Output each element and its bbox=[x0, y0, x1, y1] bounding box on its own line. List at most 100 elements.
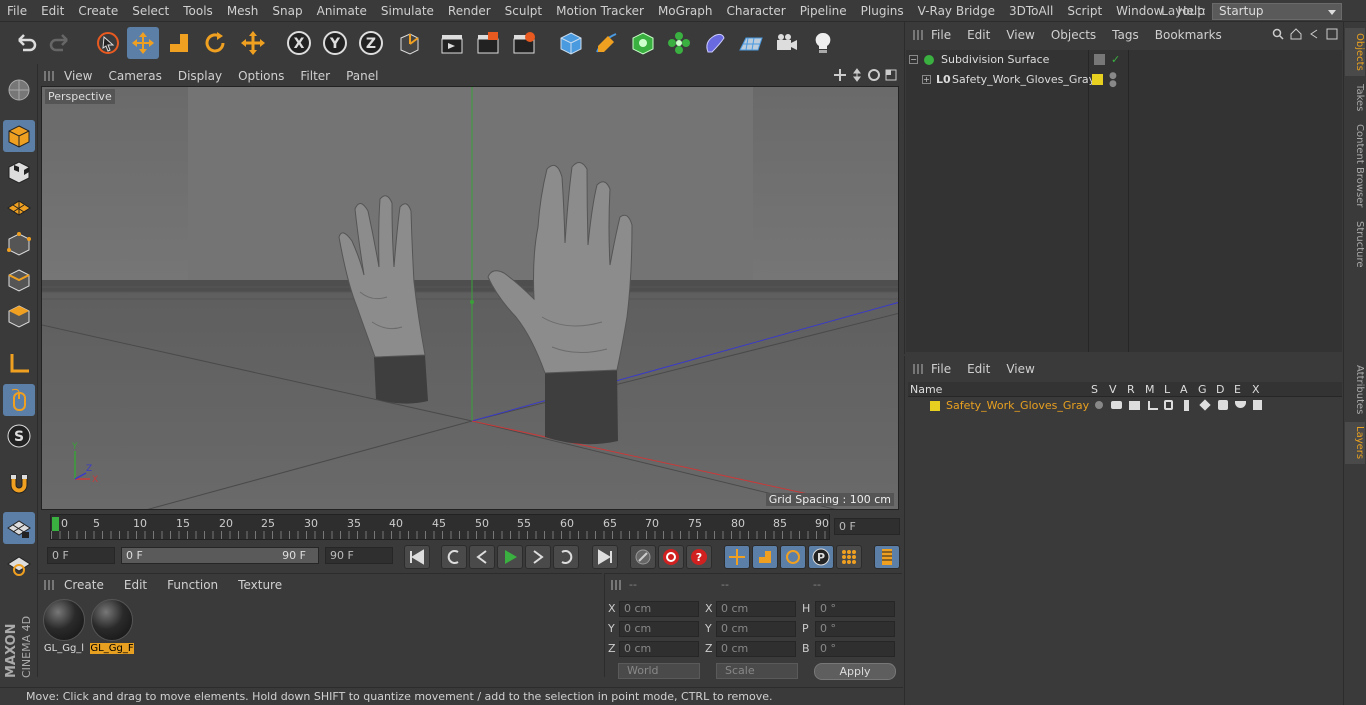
planar-workplane-button[interactable] bbox=[3, 548, 35, 580]
cloner-button[interactable] bbox=[663, 27, 695, 59]
cube-object-button[interactable] bbox=[555, 27, 587, 59]
material-swatch[interactable]: GL_Gg_l bbox=[42, 599, 86, 655]
tab-structure[interactable]: Structure bbox=[1345, 216, 1365, 272]
tweak-mode-button[interactable] bbox=[3, 384, 35, 416]
pan-icon[interactable] bbox=[833, 68, 847, 82]
tab-attributes[interactable]: Attributes bbox=[1345, 360, 1365, 420]
col-deformers[interactable]: D bbox=[1216, 382, 1224, 397]
menu-3dtoall[interactable]: 3DToAll bbox=[1002, 0, 1060, 22]
menu-vray-bridge[interactable]: V-Ray Bridge bbox=[911, 0, 1002, 22]
scale-tool-button[interactable] bbox=[163, 27, 195, 59]
rotation-b-field[interactable]: 0 ° bbox=[815, 641, 895, 657]
eye-icon[interactable] bbox=[1111, 401, 1122, 409]
locked-workplane-button[interactable] bbox=[3, 512, 35, 544]
deformer-button[interactable] bbox=[699, 27, 731, 59]
menu-character[interactable]: Character bbox=[719, 0, 792, 22]
apply-button[interactable]: Apply bbox=[814, 663, 896, 680]
vp-menu-view[interactable]: View bbox=[56, 66, 100, 86]
generator-icon[interactable] bbox=[1199, 399, 1211, 411]
manager-icon[interactable] bbox=[1148, 401, 1158, 410]
play-button[interactable] bbox=[497, 545, 523, 569]
layer-name[interactable]: Safety_Work_Gloves_Gray bbox=[946, 398, 1089, 413]
coordinate-space-dropdown[interactable]: World bbox=[618, 663, 700, 679]
edges-mode-button[interactable] bbox=[3, 264, 35, 296]
collapse-icon[interactable]: − bbox=[909, 55, 918, 64]
position-z-field[interactable]: 0 cm bbox=[619, 641, 699, 657]
key-position-button[interactable] bbox=[724, 545, 750, 569]
mat-menu-function[interactable]: Function bbox=[157, 574, 228, 596]
position-x-field[interactable]: 0 cm bbox=[619, 601, 699, 617]
expand-icon[interactable]: + bbox=[922, 75, 931, 84]
y-axis-lock-button[interactable]: Y bbox=[319, 27, 351, 59]
polygons-mode-button[interactable] bbox=[3, 300, 35, 332]
current-frame-field[interactable]: 0 F bbox=[834, 518, 900, 535]
tab-content-browser[interactable]: Content Browser bbox=[1345, 120, 1365, 212]
deformer-icon[interactable] bbox=[1218, 400, 1228, 410]
timeline-ruler[interactable]: 0 5 10 15 20 25 30 35 40 45 50 55 60 65 … bbox=[50, 514, 830, 540]
obj-menu-edit[interactable]: Edit bbox=[959, 22, 998, 48]
enabled-check-icon[interactable]: ✓ bbox=[1111, 50, 1120, 70]
layer-menu-edit[interactable]: Edit bbox=[959, 356, 998, 382]
vp-menu-filter[interactable]: Filter bbox=[292, 66, 338, 86]
vp-menu-panel[interactable]: Panel bbox=[338, 66, 386, 86]
autokey-button[interactable]: ? bbox=[686, 545, 712, 569]
material-swatch[interactable]: GL_Gg_F bbox=[90, 599, 134, 655]
layer-row[interactable]: Safety_Work_Gloves_Gray bbox=[908, 398, 1342, 413]
obj-menu-view[interactable]: View bbox=[998, 22, 1042, 48]
col-animation[interactable]: A bbox=[1180, 382, 1188, 397]
vp-menu-options[interactable]: Options bbox=[230, 66, 292, 86]
tab-objects[interactable]: Objects bbox=[1345, 28, 1365, 76]
key-scale-button[interactable] bbox=[752, 545, 778, 569]
solo-button[interactable]: S bbox=[3, 420, 35, 452]
coordinate-system-button[interactable] bbox=[393, 27, 425, 59]
tab-takes[interactable]: Takes bbox=[1345, 80, 1365, 116]
menu-pipeline[interactable]: Pipeline bbox=[793, 0, 854, 22]
x-axis-lock-button[interactable]: X bbox=[283, 27, 315, 59]
live-selection-button[interactable] bbox=[92, 27, 124, 59]
obj-menu-objects[interactable]: Objects bbox=[1043, 22, 1104, 48]
object-row-gloves[interactable]: + L0 Safety_Work_Gloves_Gray ● ● bbox=[906, 70, 1342, 90]
menu-edit[interactable]: Edit bbox=[34, 0, 71, 22]
end-frame-field[interactable]: 90 F bbox=[325, 547, 393, 564]
object-row-subdivision[interactable]: − Subdivision Surface ✓ bbox=[906, 50, 1342, 70]
model-mode-button[interactable] bbox=[3, 120, 35, 152]
obj-menu-tags[interactable]: Tags bbox=[1104, 22, 1147, 48]
mat-menu-texture[interactable]: Texture bbox=[228, 574, 292, 596]
spline-pen-button[interactable] bbox=[591, 27, 623, 59]
menu-plugins[interactable]: Plugins bbox=[854, 0, 911, 22]
layer-color-icon[interactable] bbox=[1092, 74, 1103, 85]
size-z-field[interactable]: 0 cm bbox=[716, 641, 796, 657]
size-x-field[interactable]: 0 cm bbox=[716, 601, 796, 617]
camera-button[interactable] bbox=[771, 27, 803, 59]
playhead-marker[interactable] bbox=[52, 517, 59, 531]
points-mode-button[interactable] bbox=[3, 228, 35, 260]
light-button[interactable] bbox=[807, 27, 839, 59]
tab-layers[interactable]: Layers bbox=[1345, 422, 1365, 464]
rotation-p-field[interactable]: 0 ° bbox=[815, 621, 895, 637]
record-button[interactable] bbox=[658, 545, 684, 569]
axis-mode-button[interactable] bbox=[3, 348, 35, 380]
menu-simulate[interactable]: Simulate bbox=[374, 0, 441, 22]
timeline-window-button[interactable] bbox=[874, 545, 900, 569]
key-rotation-button[interactable] bbox=[780, 545, 806, 569]
orbit-icon[interactable] bbox=[867, 68, 881, 82]
col-solo[interactable]: S bbox=[1091, 382, 1098, 397]
subdivision-button[interactable] bbox=[627, 27, 659, 59]
search-icon[interactable] bbox=[1272, 28, 1284, 40]
vp-menu-display[interactable]: Display bbox=[170, 66, 230, 86]
col-generators[interactable]: G bbox=[1198, 382, 1207, 397]
next-frame-button[interactable] bbox=[525, 545, 551, 569]
rotate-tool-button[interactable] bbox=[199, 27, 231, 59]
obj-menu-bookmarks[interactable]: Bookmarks bbox=[1147, 22, 1230, 48]
obj-menu-file[interactable]: File bbox=[923, 22, 959, 48]
back-icon[interactable] bbox=[1308, 28, 1320, 40]
expression-icon[interactable] bbox=[1235, 401, 1246, 408]
menu-script[interactable]: Script bbox=[1060, 0, 1109, 22]
layer-menu-view[interactable]: View bbox=[998, 356, 1042, 382]
mat-menu-create[interactable]: Create bbox=[54, 574, 114, 596]
render-settings-button[interactable] bbox=[508, 27, 540, 59]
menu-motion-tracker[interactable]: Motion Tracker bbox=[549, 0, 651, 22]
col-xref[interactable]: X bbox=[1252, 382, 1260, 397]
menu-mograph[interactable]: MoGraph bbox=[651, 0, 720, 22]
menu-create[interactable]: Create bbox=[71, 0, 125, 22]
